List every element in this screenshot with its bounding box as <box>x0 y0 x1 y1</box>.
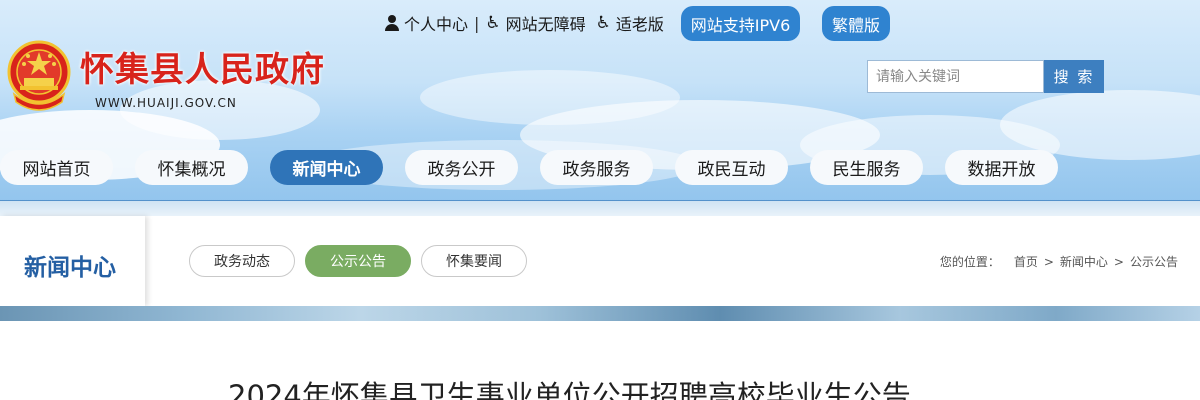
breadcrumb-separator: > <box>1113 254 1124 269</box>
section-title-box: 新闻中心 <box>0 216 145 306</box>
accessibility-link[interactable]: ♿ 网站无障碍 <box>485 11 585 35</box>
accessibility-label: 网站无障碍 <box>505 15 586 34</box>
nav-item-news-center[interactable]: 新闻中心 <box>270 150 383 185</box>
tab-government-news[interactable]: 政务动态 <box>189 245 295 277</box>
section-title: 新闻中心 <box>24 255 116 281</box>
site-title[interactable]: 怀集县人民政府 <box>80 42 325 91</box>
national-emblem-icon <box>7 40 71 111</box>
traditional-chinese-button[interactable]: 繁體版 <box>822 6 890 41</box>
breadcrumb-separator: > <box>1043 254 1054 269</box>
site-url: WWW.HUAIJI.GOV.CN <box>95 96 237 110</box>
breadcrumb-item-home[interactable]: 首页 <box>1014 253 1038 270</box>
elderly-mode-link[interactable]: ♿ 适老版 <box>596 11 664 35</box>
breadcrumb-item-announcements[interactable]: 公示公告 <box>1130 253 1178 270</box>
nav-item-home[interactable]: 网站首页 <box>0 150 113 185</box>
search-input[interactable] <box>867 60 1044 93</box>
nav-item-government-services[interactable]: 政务服务 <box>540 150 653 185</box>
tab-announcements[interactable]: 公示公告 <box>305 245 411 277</box>
section-header: 新闻中心 政务动态 公示公告 怀集要闻 您的位置： 首页 > 新闻中心 > 公示… <box>0 216 1200 306</box>
elderly-mode-label: 适老版 <box>615 15 664 34</box>
nav-item-livelihood[interactable]: 民生服务 <box>810 150 923 185</box>
personal-center-label: 个人中心 <box>404 15 469 34</box>
top-utility-bar: 个人中心 | ♿ 网站无障碍 ♿ 适老版 <box>385 6 664 40</box>
nav-item-open-data[interactable]: 数据开放 <box>945 150 1058 185</box>
article-title: 2024年怀集县卫生事业单位公开招聘高校毕业生公告 <box>228 379 911 400</box>
mountain-mist <box>0 201 1200 216</box>
wheelchair-icon: ♿ <box>595 13 611 33</box>
wheelchair-icon: ♿ <box>485 13 501 33</box>
person-icon <box>385 15 399 31</box>
nav-item-interaction[interactable]: 政民互动 <box>675 150 788 185</box>
search-button[interactable]: 搜 索 <box>1044 60 1104 93</box>
breadcrumb-label: 您的位置： <box>939 255 1000 269</box>
nav-item-overview[interactable]: 怀集概况 <box>135 150 248 185</box>
ipv6-button[interactable]: 网站支持IPV6 <box>681 6 800 41</box>
topbar-separator: | <box>474 13 480 33</box>
breadcrumb-item-news-center[interactable]: 新闻中心 <box>1060 253 1108 270</box>
scenic-banner-strip <box>0 306 1200 321</box>
personal-center-link[interactable]: 个人中心 <box>385 11 468 35</box>
tab-huaiji-news[interactable]: 怀集要闻 <box>421 245 527 277</box>
nav-item-government-affairs[interactable]: 政务公开 <box>405 150 518 185</box>
breadcrumb: 您的位置： 首页 > 新闻中心 > 公示公告 <box>940 253 1178 270</box>
